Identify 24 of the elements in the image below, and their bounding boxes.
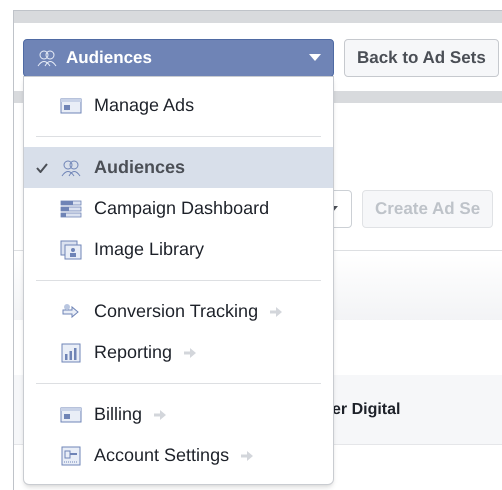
menu-item[interactable]: Reporting bbox=[24, 332, 333, 373]
arrow-icon bbox=[270, 306, 282, 316]
menu-item[interactable]: Campaign Dashboard bbox=[24, 188, 333, 229]
menu-item[interactable]: Audiences bbox=[24, 147, 333, 188]
back-button[interactable]: Back to Ad Sets bbox=[344, 39, 499, 77]
menu-item[interactable]: Manage Ads bbox=[24, 85, 333, 126]
menu-item[interactable]: Billing bbox=[24, 394, 333, 435]
arrow-icon bbox=[154, 410, 166, 420]
people-icon bbox=[60, 158, 82, 178]
ad-card-icon bbox=[60, 96, 82, 116]
section-switcher[interactable]: Audiences bbox=[23, 39, 334, 77]
arrow-icon bbox=[241, 450, 254, 460]
caret-icon bbox=[309, 54, 321, 62]
dashboard-icon bbox=[60, 198, 82, 218]
ad-card-icon bbox=[60, 404, 82, 424]
menu-item[interactable]: Image Library bbox=[24, 229, 333, 270]
bar-chart-icon bbox=[60, 342, 82, 362]
people-icon bbox=[36, 48, 58, 68]
image-stack-icon bbox=[60, 240, 82, 260]
menu-item[interactable]: Account Settings bbox=[24, 435, 333, 476]
menu-item[interactable]: Conversion Tracking bbox=[24, 291, 333, 332]
checkmark-icon bbox=[36, 162, 48, 172]
arrow-icon bbox=[184, 348, 196, 358]
settings-card-icon bbox=[60, 446, 82, 466]
